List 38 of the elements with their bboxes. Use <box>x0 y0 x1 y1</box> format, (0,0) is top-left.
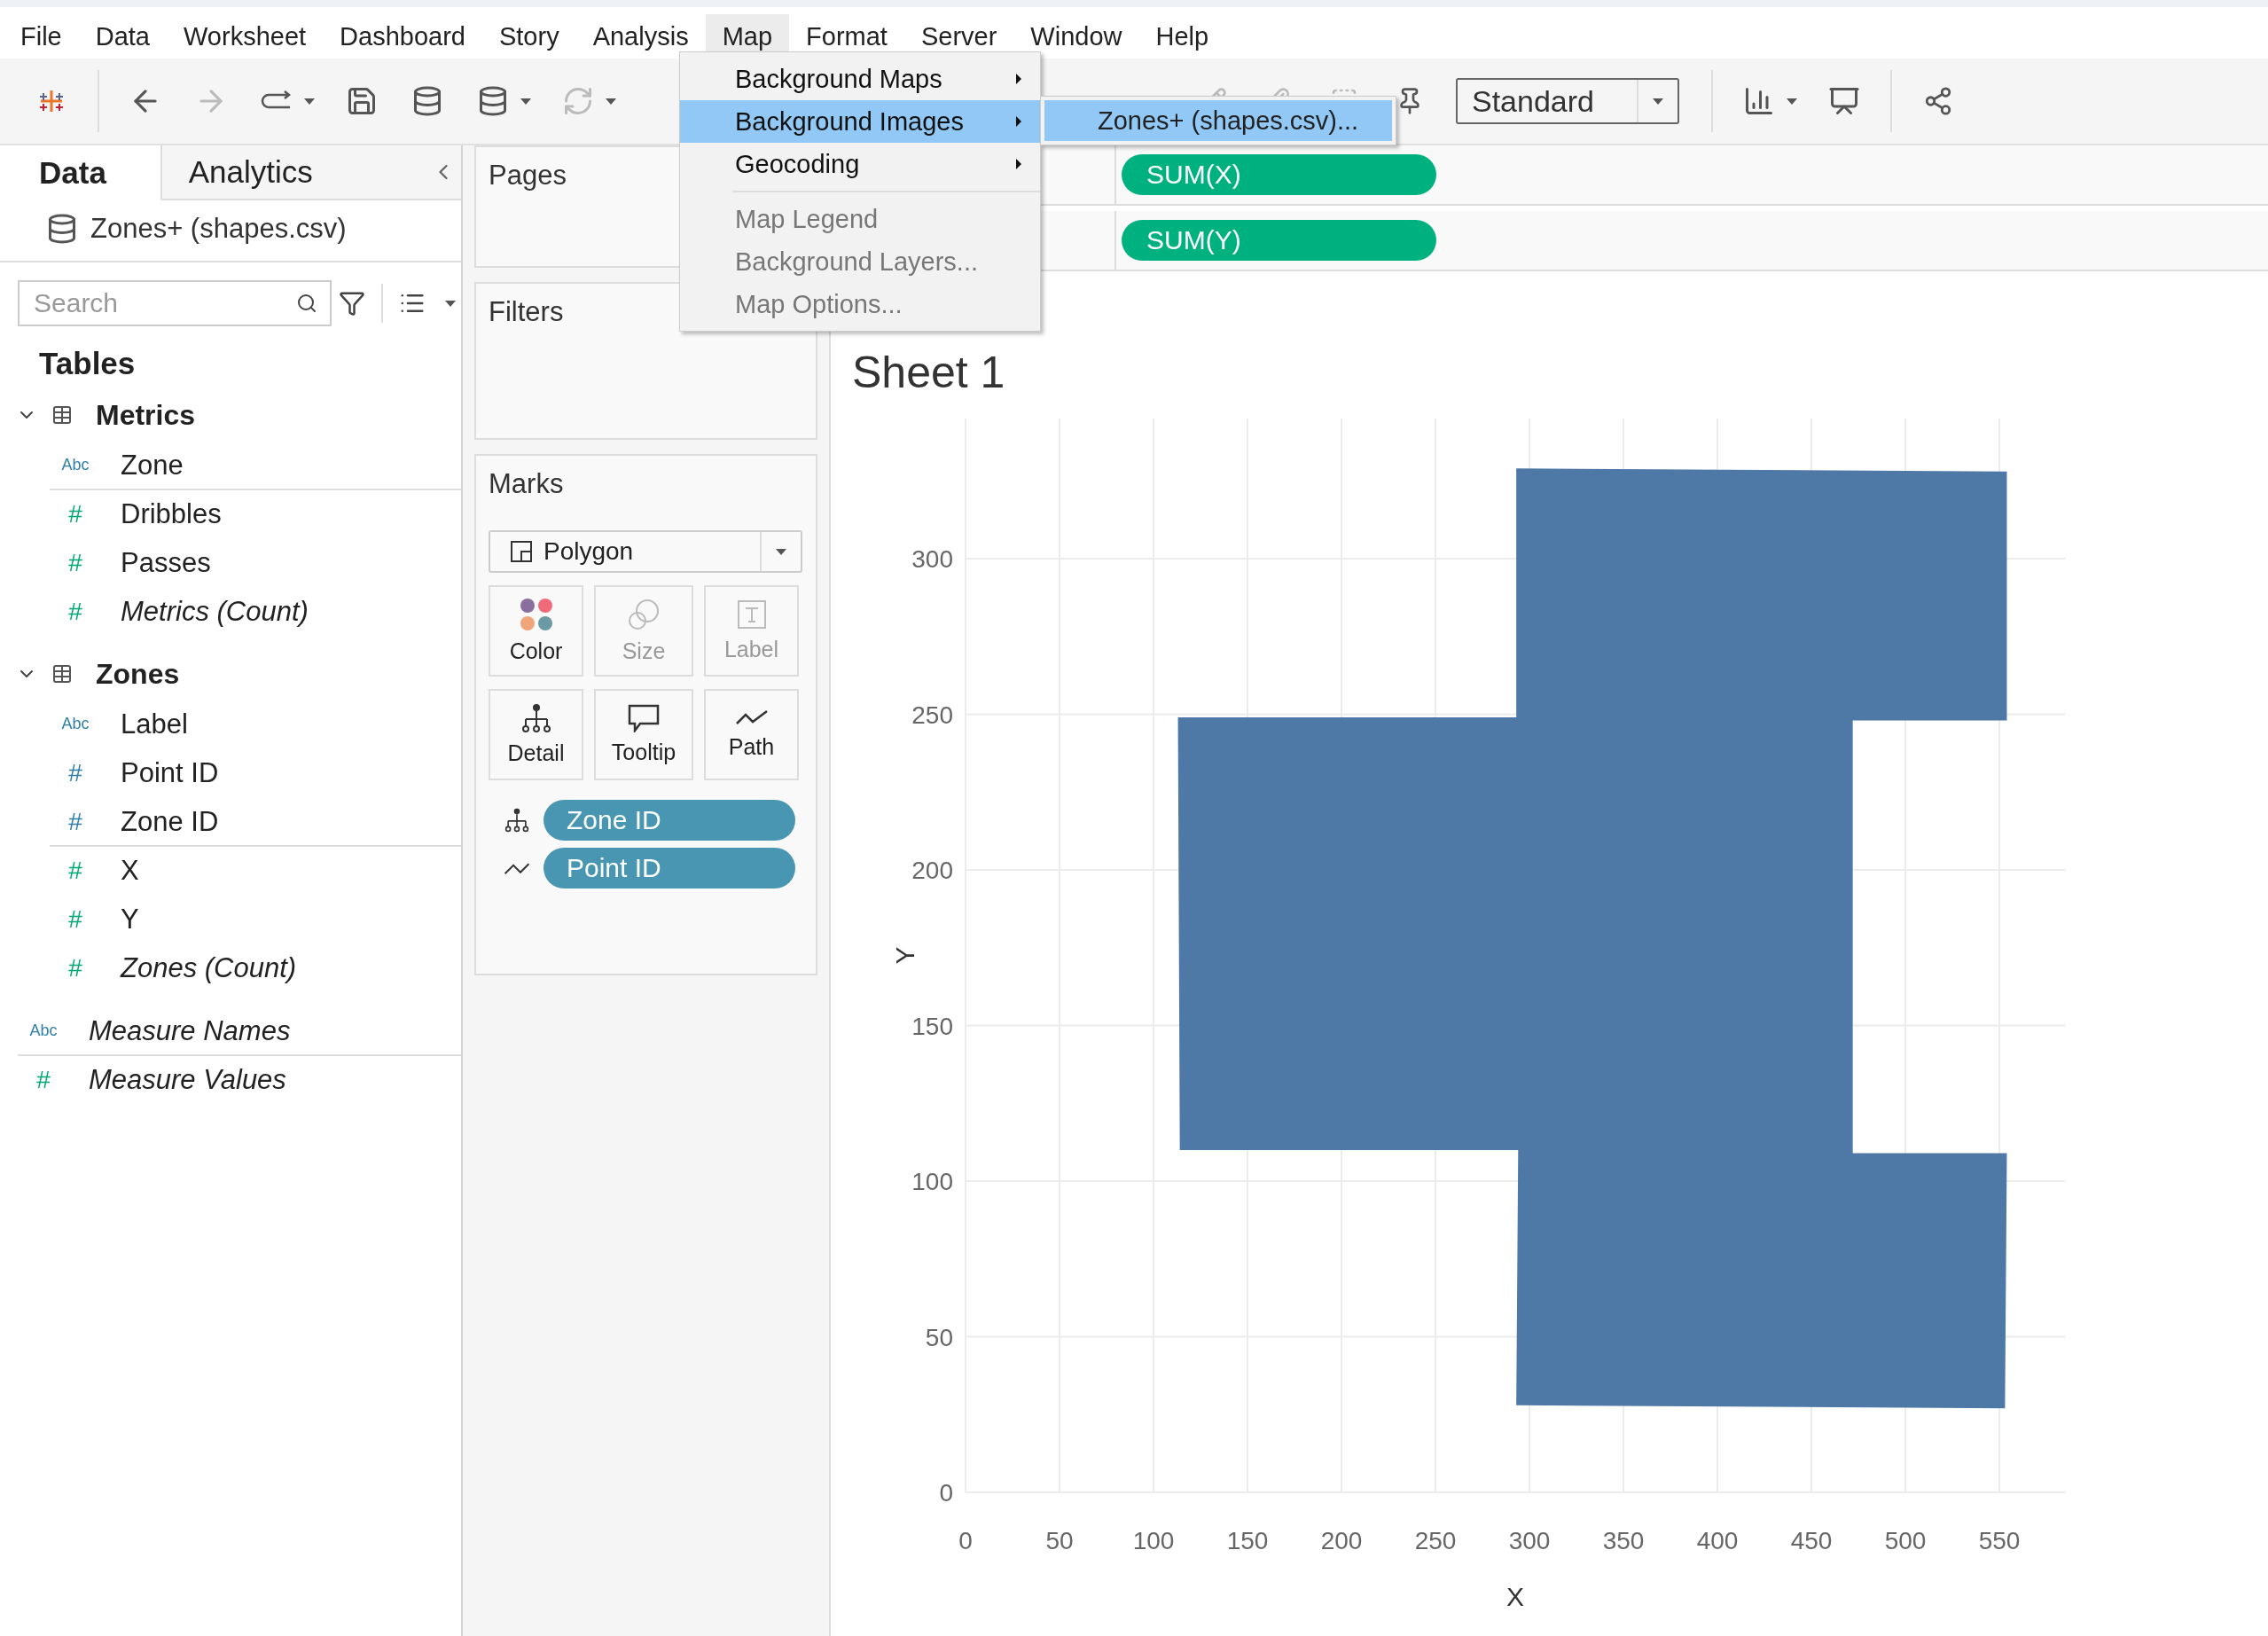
field-type-icon: Abc <box>50 715 101 733</box>
axis-tick-label: 400 <box>1696 1527 1739 1554</box>
card-title: Filters <box>489 296 564 328</box>
axis-tick-label: 50 <box>1045 1527 1074 1554</box>
field-type-icon: # <box>18 1065 69 1094</box>
axis-tick-label: 100 <box>1132 1527 1175 1554</box>
axis-tick-label: 200 <box>1320 1527 1363 1554</box>
axis-tick-label: 300 <box>911 545 953 573</box>
axis-tick-label: 500 <box>1884 1527 1927 1554</box>
field-type-icon: # <box>50 856 101 885</box>
axis-tick-label: 450 <box>1790 1527 1833 1554</box>
field-type-icon: # <box>50 597 101 626</box>
field-type-icon: # <box>50 953 101 982</box>
axis-tick-label: 350 <box>1602 1527 1645 1554</box>
field-type-icon: Abc <box>18 1022 69 1040</box>
axis-tick-label: 200 <box>911 857 953 884</box>
axis-title: Y <box>890 946 919 965</box>
axis-tick-label: 100 <box>911 1168 953 1195</box>
axis-tick-label: 50 <box>925 1323 953 1351</box>
axis-tick-label: 300 <box>1508 1527 1551 1554</box>
field-type-icon: Abc <box>50 456 101 474</box>
card-title: Marks <box>489 468 564 500</box>
section-heading: Tables <box>38 345 137 382</box>
axis-tick-label: 550 <box>1978 1527 2021 1554</box>
field-type-icon: # <box>50 548 101 577</box>
axis-tick-label: 150 <box>911 1012 953 1040</box>
card-title: Pages <box>489 160 567 192</box>
field-type-icon: # <box>50 499 101 528</box>
field-type-icon: # <box>50 807 101 836</box>
axis-tick-label: 250 <box>911 701 953 729</box>
axis-title: X <box>1506 1582 1525 1611</box>
sheet-title: Sheet 1 <box>852 348 1005 397</box>
axis-tick-label: 250 <box>1414 1527 1457 1554</box>
axis-tick-label: 150 <box>1226 1527 1269 1554</box>
field-type-icon: # <box>50 904 101 934</box>
axis-tick-label: 0 <box>939 1479 953 1507</box>
field-type-icon: # <box>50 758 101 787</box>
axis-tick-label: 0 <box>958 1527 973 1554</box>
